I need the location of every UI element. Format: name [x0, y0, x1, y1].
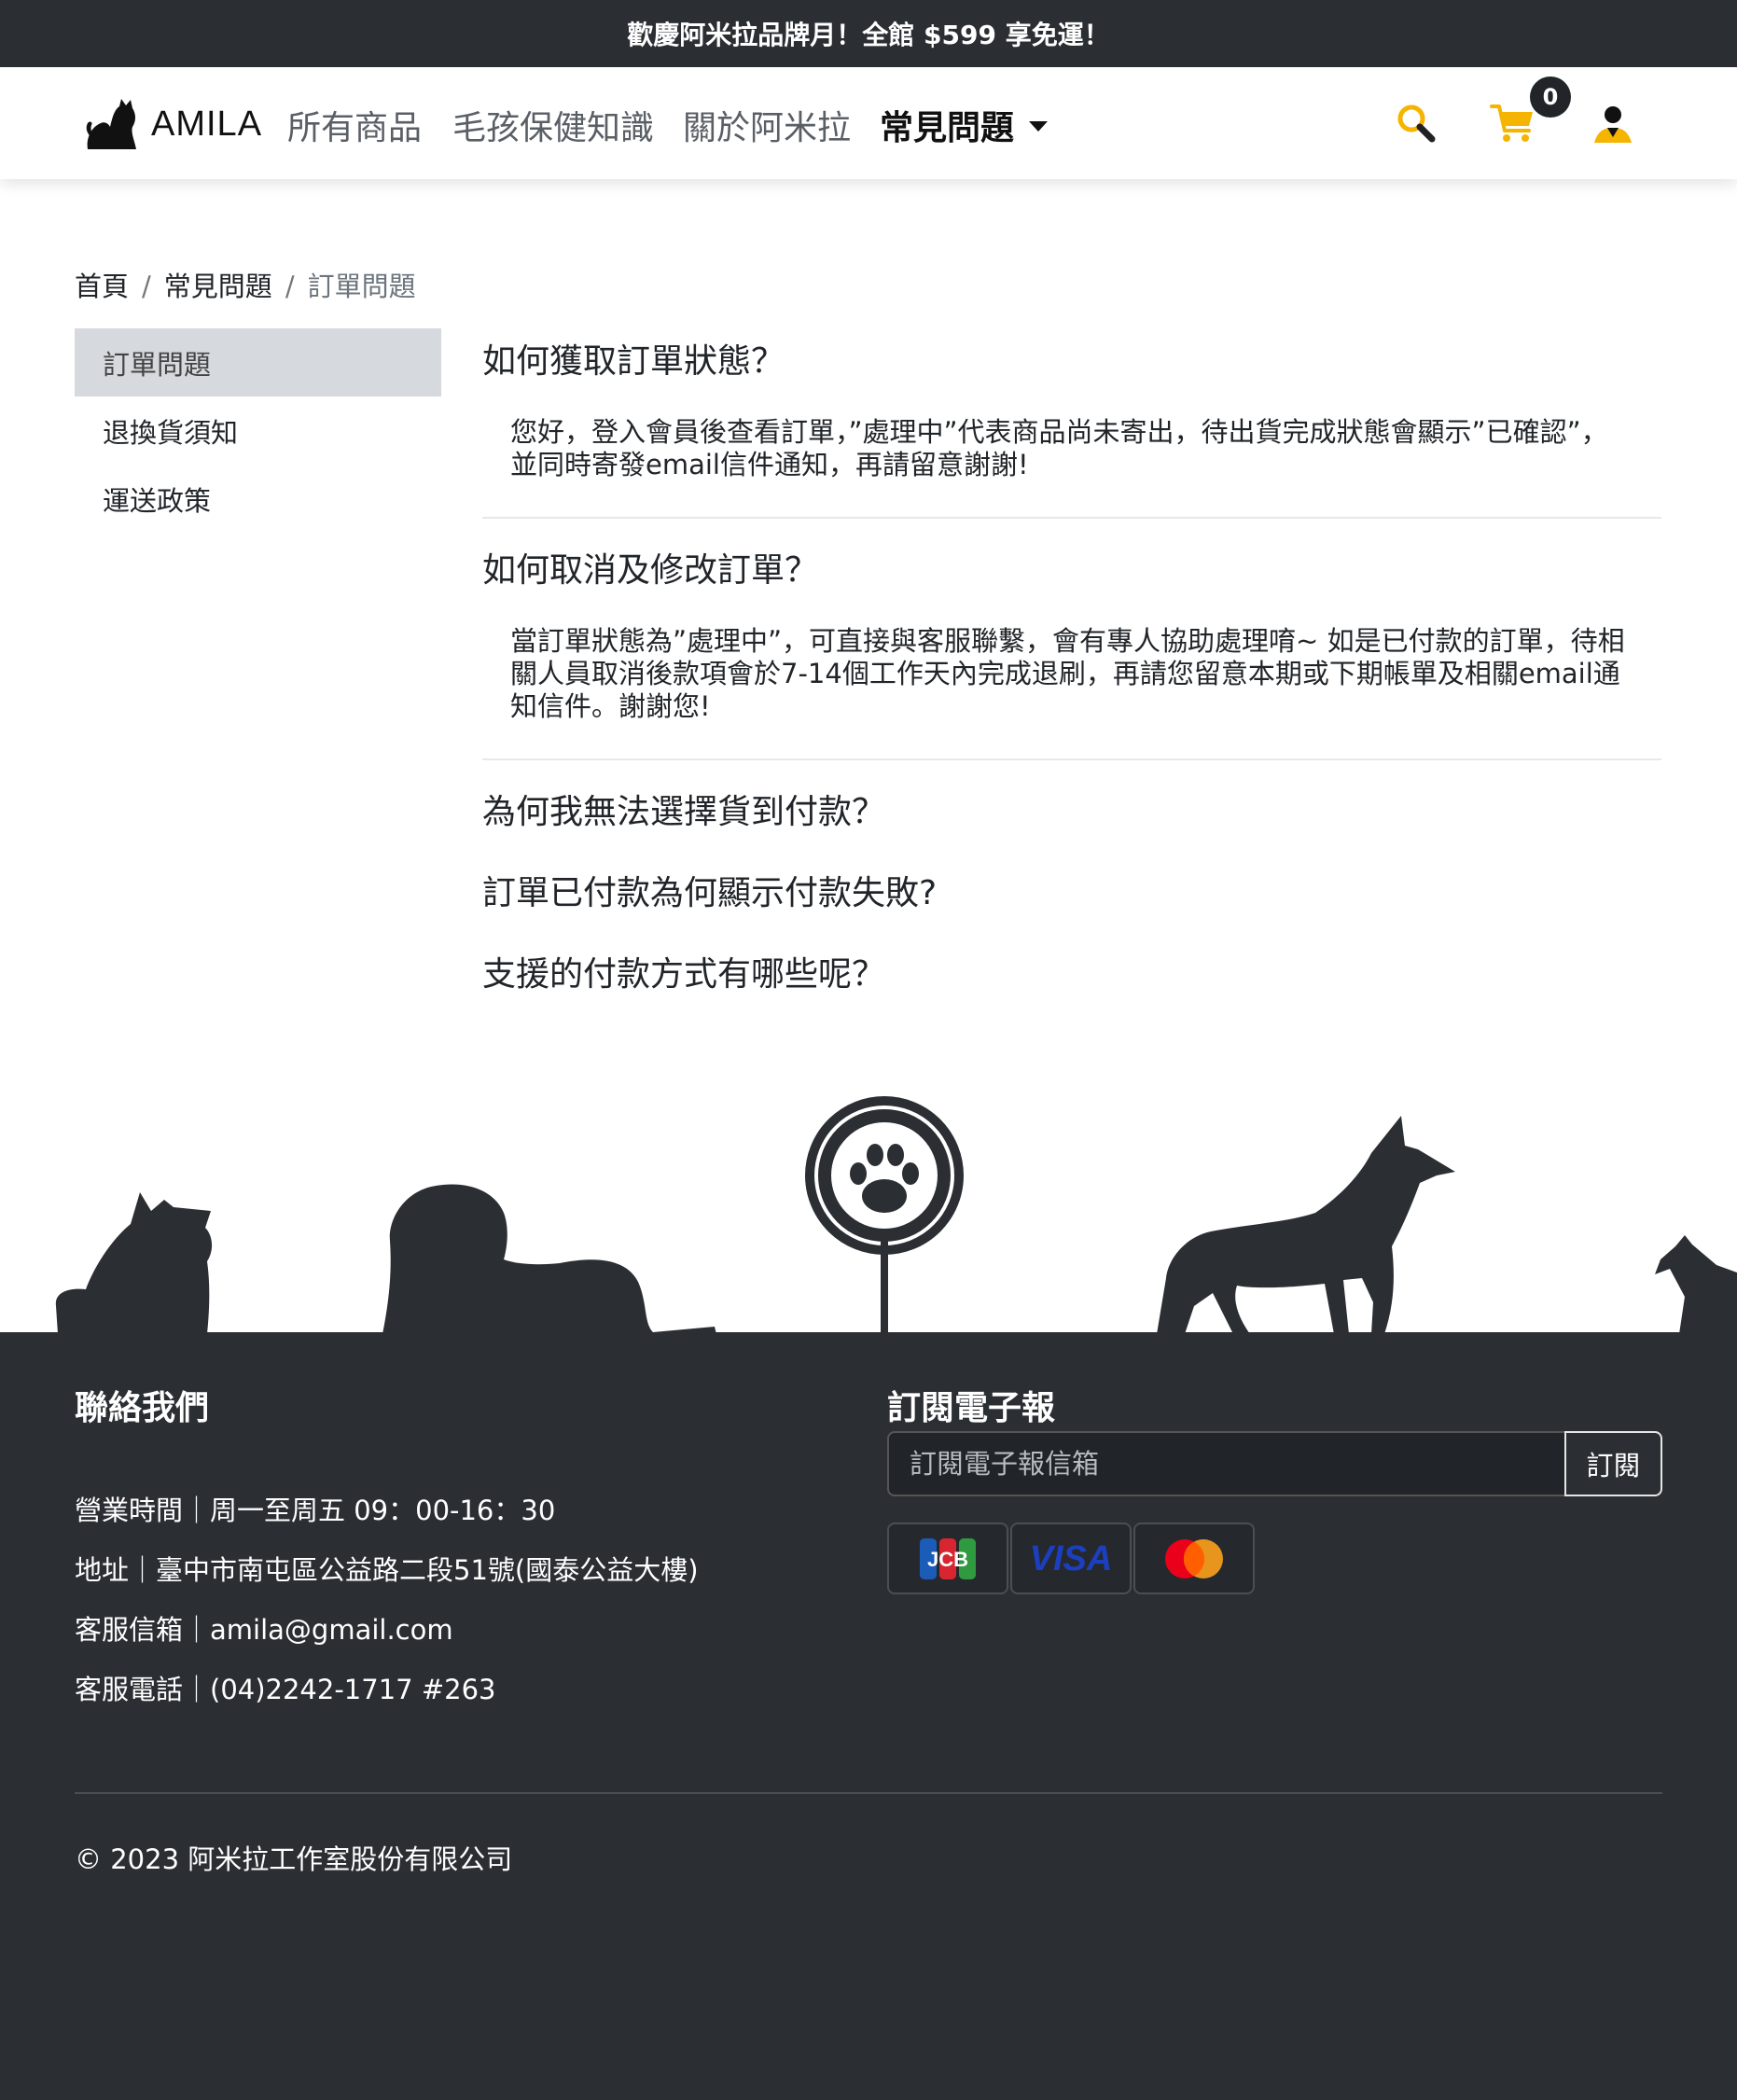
- newsletter-title: 訂閱電子報: [887, 1389, 1056, 1427]
- nav-link-about[interactable]: 關於阿米拉: [683, 101, 851, 149]
- faq-item: 支援的付款方式有哪些呢？: [482, 941, 1661, 1001]
- navbar: AMILA 所有商品 毛孩保健知識 關於阿米拉 常見問題 0: [0, 67, 1737, 179]
- jcb-card-icon: JCB: [887, 1523, 1008, 1594]
- announcement-bar: 歡慶阿米拉品牌月！全館 $599 享免運！: [0, 0, 1737, 67]
- copyright: © 2023 阿米拉工作室股份有限公司: [75, 1843, 513, 1875]
- search-icon[interactable]: [1388, 95, 1444, 151]
- nav-link-pet-health[interactable]: 毛孩保健知識: [452, 101, 654, 149]
- brand-logo[interactable]: AMILA: [82, 95, 262, 153]
- sidebar-item-returns[interactable]: 退換貨須知: [75, 396, 441, 465]
- faq-question[interactable]: 如何獲取訂單狀態？: [482, 328, 1661, 388]
- sidebar-item-order[interactable]: 訂單問題: [75, 328, 441, 396]
- site-footer: 聯絡我們 營業時間｜周一至周五 09：00-16：30 地址｜臺中市南屯區公益路…: [0, 1332, 1737, 2100]
- cat-logo-icon: [86, 99, 136, 149]
- chevron-down-icon: [1029, 120, 1049, 132]
- mastercard-icon: [1133, 1523, 1255, 1594]
- visa-label: VISA: [1030, 1540, 1113, 1578]
- faq-item: 訂單已付款為何顯示付款失敗?: [482, 860, 1661, 920]
- subscribe-button[interactable]: 訂閱: [1564, 1431, 1662, 1496]
- sidebar-item-shipping[interactable]: 運送政策: [75, 465, 441, 533]
- breadcrumb-separator: /: [142, 271, 151, 302]
- user-icon[interactable]: [1585, 95, 1641, 151]
- faq-item: 如何獲取訂單狀態？ 您好，登入會員後查看訂單，”處理中”代表商品尚未寄出，待出貨…: [482, 328, 1661, 519]
- brand-name: AMILA: [151, 104, 263, 144]
- newsletter-email-input[interactable]: [887, 1431, 1564, 1496]
- faq-sidebar: 訂單問題 退換貨須知 運送政策: [75, 328, 441, 533]
- address: 地址｜臺中市南屯區公益路二段51號(國泰公益大樓): [75, 1554, 699, 1586]
- breadcrumb-home[interactable]: 首頁: [75, 271, 129, 302]
- nav-dropdown-faq-label: 常見問題: [880, 109, 1015, 147]
- contact-title: 聯絡我們: [75, 1389, 210, 1427]
- breadcrumb-current: 訂單問題: [307, 271, 416, 302]
- breadcrumb-faq[interactable]: 常見問題: [164, 271, 272, 302]
- faq-answer: 您好，登入會員後查看訂單，”處理中”代表商品尚未寄出，待出貨完成狀態會顯示”已確…: [510, 416, 1608, 480]
- pet-silhouette-illustration: [55, 1096, 1737, 1334]
- service-email[interactable]: 客服信箱｜amila@gmail.com: [75, 1608, 453, 1648]
- breadcrumb-separator: /: [285, 271, 295, 302]
- nav-link-all-products[interactable]: 所有商品: [287, 101, 422, 149]
- faq-question[interactable]: 為何我無法選擇貨到付款？: [482, 779, 1661, 839]
- jcb-label: JCB: [927, 1548, 968, 1571]
- cart-count-badge: 0: [1530, 76, 1571, 118]
- business-hours: 營業時間｜周一至周五 09：00-16：30: [75, 1495, 556, 1526]
- visa-card-icon: VISA: [1010, 1523, 1132, 1594]
- faq-question[interactable]: 訂單已付款為何顯示付款失敗?: [482, 860, 1661, 920]
- nav-dropdown-faq[interactable]: 常見問題: [880, 101, 1049, 149]
- footer-divider: [75, 1792, 1662, 1794]
- faq-item: 如何取消及修改訂單？ 當訂單狀態為”處理中”，可直接與客服聯繫，會有專人協助處理…: [482, 537, 1661, 760]
- faq-question[interactable]: 如何取消及修改訂單？: [482, 537, 1661, 597]
- faq-accordion: 如何獲取訂單狀態？ 您好，登入會員後查看訂單，”處理中”代表商品尚未寄出，待出貨…: [482, 328, 1661, 1001]
- payment-methods: JCB VISA: [887, 1523, 1255, 1594]
- newsletter-form: 訂閱: [887, 1431, 1662, 1496]
- faq-item: 為何我無法選擇貨到付款？: [482, 779, 1661, 839]
- service-phone[interactable]: 客服電話｜(04)2242-1717 #263: [75, 1668, 495, 1707]
- faq-answer: 當訂單狀態為”處理中”，可直接與客服聯繫，會有專人協助處理唷~ 如是已付款的訂單…: [510, 625, 1625, 722]
- faq-question[interactable]: 支援的付款方式有哪些呢？: [482, 941, 1661, 1001]
- breadcrumb: 首頁 / 常見問題 / 訂單問題: [75, 265, 416, 304]
